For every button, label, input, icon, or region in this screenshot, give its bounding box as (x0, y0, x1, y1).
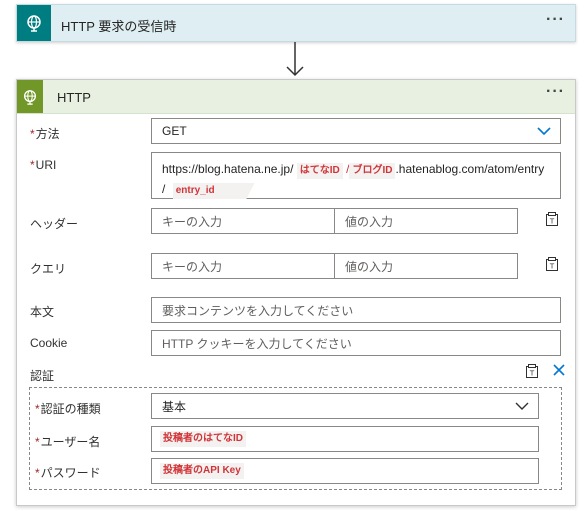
body-placeholder: 要求コンテンツを入力してください (162, 303, 354, 318)
query-key-placeholder: キーの入力 (162, 259, 223, 274)
uri-line-2: / entry_id (162, 179, 550, 199)
globe-icon (24, 89, 36, 105)
uri-text-prefix: https://blog.hatena.ne.jp/ (162, 162, 294, 176)
query-value-placeholder: 値の入力 (345, 259, 394, 274)
chevron-down-icon (515, 402, 529, 410)
password-input[interactable]: 投稿者のAPI Key (151, 458, 539, 484)
switch-to-text-icon[interactable]: T (524, 363, 540, 379)
switch-to-text-icon[interactable]: T (544, 256, 560, 272)
token-username[interactable]: 投稿者のはてなID (160, 431, 246, 447)
headers-key-placeholder: キーの入力 (162, 214, 223, 229)
password-label: *パスワード (35, 466, 101, 480)
switch-to-text-icon[interactable]: T (544, 211, 560, 227)
token-hatena-id[interactable]: はてなID (296, 163, 343, 179)
trigger-more-button[interactable]: ··· (546, 11, 565, 29)
cookie-placeholder: HTTP クッキーを入力してください (162, 336, 352, 351)
trigger-title: HTTP 要求の受信時 (61, 19, 177, 34)
auth-section: *認証の種類 基本 *ユーザー名 投稿者のはてなID *パスワード 投稿者のAP… (29, 387, 562, 490)
headers-key-input[interactable]: キーの入力 (151, 208, 335, 234)
token-blog-id[interactable]: ブログID (349, 163, 396, 179)
username-label: *ユーザー名 (35, 435, 101, 449)
globe-icon (27, 15, 41, 32)
auth-type-value: 基本 (162, 399, 187, 414)
svg-text:T: T (529, 370, 535, 378)
uri-input[interactable]: https://blog.hatena.ne.jp/ はてなID / ブログID.… (151, 152, 561, 199)
query-value-input[interactable]: 値の入力 (334, 253, 518, 279)
auth-type-label: *認証の種類 (35, 402, 101, 416)
svg-text:T: T (549, 218, 555, 226)
http-more-button[interactable]: ··· (546, 83, 565, 101)
http-action-card: HTTP ··· *方法 GET *URI https://blog.haten… (16, 79, 576, 506)
method-value: GET (162, 124, 187, 138)
uri-text-suffix: .hatenablog.com/atom/entry (395, 162, 545, 176)
token-password[interactable]: 投稿者のAPI Key (160, 463, 244, 479)
body-input[interactable]: 要求コンテンツを入力してください (151, 297, 561, 323)
query-label: クエリ (30, 262, 67, 276)
token-entry-id[interactable]: entry_id (172, 183, 255, 199)
auth-type-dropdown[interactable]: 基本 (151, 393, 539, 419)
uri-label: *URI (30, 158, 57, 172)
body-label: 本文 (30, 305, 55, 319)
trigger-icon-box (17, 5, 51, 41)
uri-slash: / (162, 182, 166, 196)
method-label: *方法 (30, 127, 60, 141)
query-key-input[interactable]: キーの入力 (151, 253, 335, 279)
chevron-down-icon (537, 127, 551, 136)
close-icon[interactable] (552, 363, 566, 377)
arrow-down-icon (286, 42, 304, 77)
http-title: HTTP (57, 90, 91, 105)
trigger-card[interactable]: HTTP 要求の受信時 ··· (16, 4, 576, 42)
http-icon-box (17, 80, 43, 113)
username-input[interactable]: 投稿者のはてなID (151, 426, 539, 452)
auth-label: 認証 (30, 369, 55, 383)
http-card-header[interactable]: HTTP ··· (17, 80, 575, 114)
headers-value-placeholder: 値の入力 (345, 214, 394, 229)
svg-text:T: T (549, 263, 555, 271)
method-dropdown[interactable]: GET (151, 118, 561, 144)
headers-value-input[interactable]: 値の入力 (334, 208, 518, 234)
headers-label: ヘッダー (30, 217, 79, 231)
cookie-label: Cookie (30, 336, 68, 350)
cookie-input[interactable]: HTTP クッキーを入力してください (151, 330, 561, 356)
uri-line-1: https://blog.hatena.ne.jp/ はてなID / ブログID.… (162, 159, 550, 179)
